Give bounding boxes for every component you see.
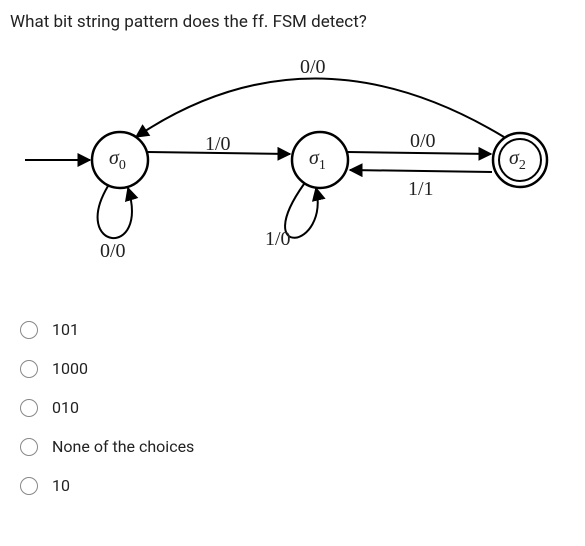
edge-label-s0-loop: 0/0 bbox=[100, 240, 126, 263]
radio-icon bbox=[20, 360, 38, 378]
radio-icon bbox=[20, 438, 38, 456]
radio-icon bbox=[20, 477, 38, 495]
state-s1-label: σ1 bbox=[309, 147, 326, 174]
edge-label-s2-s1: 1/1 bbox=[408, 178, 434, 201]
option-3[interactable]: None of the choices bbox=[20, 427, 575, 466]
edge-label-s1-loop: 1/0 bbox=[265, 228, 291, 251]
edge-label-s0-s1: 1/0 bbox=[205, 133, 231, 156]
edge-label-top: 0/0 bbox=[300, 56, 326, 79]
option-0[interactable]: 101 bbox=[20, 310, 575, 349]
fsm-diagram: σ0 σ1 σ2 0/0 1/0 0/0 1/1 0/0 1/0 bbox=[10, 50, 570, 280]
state-s0-label: σ0 bbox=[109, 147, 126, 174]
option-label: 101 bbox=[52, 320, 79, 339]
radio-icon bbox=[20, 321, 38, 339]
options-group: 101 1000 010 None of the choices 10 bbox=[10, 310, 575, 505]
option-4[interactable]: 10 bbox=[20, 466, 575, 505]
option-label: 010 bbox=[52, 398, 79, 417]
option-1[interactable]: 1000 bbox=[20, 349, 575, 388]
radio-icon bbox=[20, 399, 38, 417]
option-label: 1000 bbox=[52, 359, 88, 378]
question-text: What bit string pattern does the ff. FSM… bbox=[10, 12, 575, 32]
state-s2-label: σ2 bbox=[509, 147, 526, 174]
option-2[interactable]: 010 bbox=[20, 388, 575, 427]
option-label: 10 bbox=[52, 476, 70, 495]
edge-label-s1-s2: 0/0 bbox=[410, 130, 436, 153]
option-label: None of the choices bbox=[52, 437, 194, 456]
